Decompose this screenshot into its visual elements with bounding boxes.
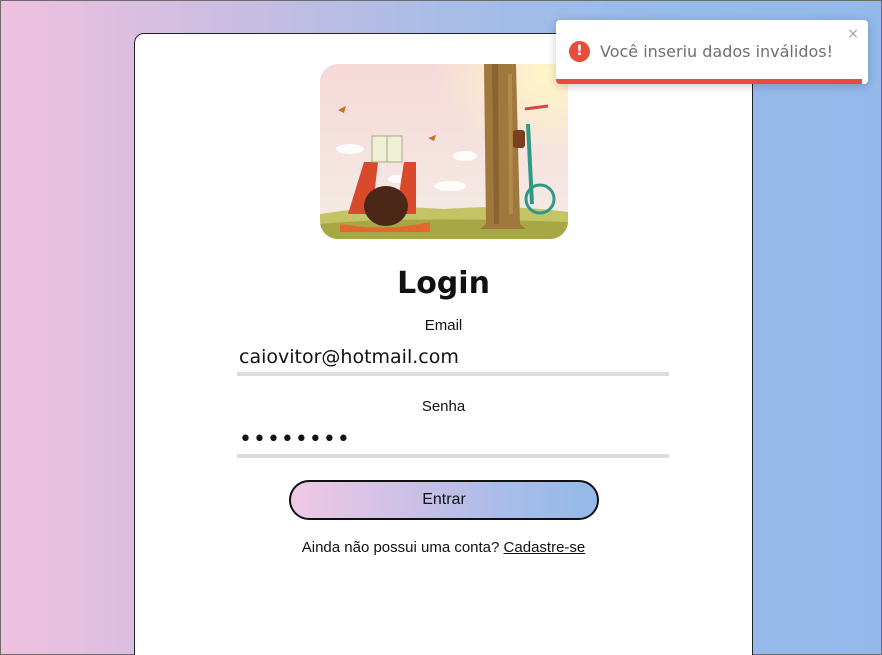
exclamation-icon: ! bbox=[569, 41, 590, 62]
email-field[interactable] bbox=[237, 342, 669, 376]
password-label: Senha bbox=[421, 398, 466, 415]
password-field[interactable] bbox=[237, 424, 669, 458]
reading-under-tree-illustration bbox=[320, 64, 568, 239]
login-button[interactable]: Entrar bbox=[289, 480, 599, 520]
signup-link[interactable]: Cadastre-se bbox=[504, 539, 586, 556]
error-toast: ! Você inseriu dados inválidos! × bbox=[556, 20, 868, 84]
page-title: Login bbox=[397, 266, 490, 301]
email-label: Email bbox=[424, 317, 463, 334]
signup-prompt: Ainda não possui uma conta? Cadastre-se bbox=[135, 539, 752, 556]
toast-message: Você inseriu dados inválidos! bbox=[600, 42, 834, 61]
hero-illustration bbox=[320, 64, 568, 239]
login-card: Login Email Senha Entrar Ainda não possu… bbox=[134, 33, 753, 655]
close-icon[interactable]: × bbox=[847, 26, 859, 42]
toast-progress-bar bbox=[556, 79, 862, 84]
signup-prompt-text: Ainda não possui uma conta? bbox=[301, 539, 504, 556]
